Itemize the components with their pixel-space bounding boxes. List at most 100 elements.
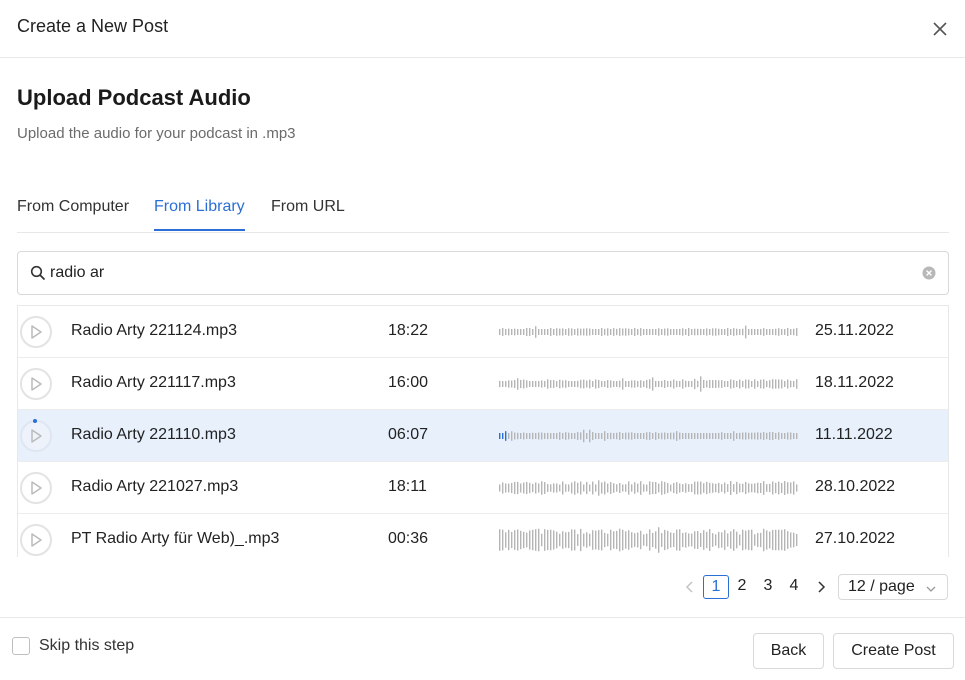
search-input[interactable] xyxy=(50,262,910,284)
table-row[interactable]: Radio Arty 221117.mp3 16:00 18.11.2022 xyxy=(18,358,948,410)
waveform-bar xyxy=(577,328,579,336)
waveform-bar xyxy=(655,381,657,387)
waveform-bar xyxy=(526,532,528,548)
file-duration: 18:11 xyxy=(388,478,427,495)
waveform-bar xyxy=(505,431,507,441)
skip-step-checkbox[interactable] xyxy=(12,637,30,655)
waveform-bar xyxy=(739,534,741,546)
waveform-bar xyxy=(535,326,537,338)
waveform-bar xyxy=(787,531,789,549)
table-row[interactable]: Radio Arty 221124.mp3 18:22 25.11.2022 xyxy=(18,306,948,358)
waveform-bar xyxy=(700,481,702,495)
waveform-bar xyxy=(700,376,702,392)
waveform-bar xyxy=(637,381,639,387)
waveform-bar xyxy=(742,483,744,493)
search-icon xyxy=(30,265,46,281)
waveform-bar xyxy=(574,381,576,387)
waveform-bar xyxy=(727,433,729,439)
waveform-bar xyxy=(700,433,702,439)
page-4[interactable]: 4 xyxy=(781,575,807,599)
waveform-bar xyxy=(697,433,699,439)
waveform-bar xyxy=(733,484,735,492)
waveform-bar xyxy=(655,432,657,440)
page-size-select[interactable]: 12 / page xyxy=(838,574,948,600)
waveform-bar xyxy=(688,433,690,439)
waveform-bar xyxy=(577,482,579,494)
playback-indicator xyxy=(33,419,37,423)
waveform-bar xyxy=(607,328,609,336)
page-1[interactable]: 1 xyxy=(703,575,729,599)
waveform-bar xyxy=(736,433,738,439)
waveform-bar xyxy=(709,529,711,551)
waveform-bar xyxy=(769,329,771,335)
play-icon[interactable] xyxy=(20,316,52,348)
waveform-bar xyxy=(766,432,768,440)
waveform-bar xyxy=(763,328,765,336)
waveform-bar xyxy=(667,328,669,336)
waveform-bar xyxy=(514,432,516,440)
tab-from-library[interactable]: From Library xyxy=(154,198,245,231)
waveform-bar xyxy=(538,483,540,493)
waveform-bar xyxy=(652,533,654,547)
page-3[interactable]: 3 xyxy=(755,575,781,599)
table-row[interactable]: Radio Arty 221027.mp3 18:11 28.10.2022 xyxy=(18,462,948,514)
waveform-bar xyxy=(703,379,705,389)
waveform-bar xyxy=(775,433,777,439)
table-row-selected[interactable]: Radio Arty 221110.mp3 06:07 11.11.2022 xyxy=(18,410,948,462)
waveform-bar xyxy=(796,484,798,492)
waveform-bar xyxy=(676,482,678,494)
waveform-bar xyxy=(646,328,648,336)
waveform-bar xyxy=(550,484,552,492)
waveform-bar xyxy=(778,328,780,336)
chevron-down-icon xyxy=(925,582,937,594)
waveform-bar xyxy=(679,432,681,440)
waveform[interactable] xyxy=(498,368,798,400)
waveform-bar xyxy=(718,380,720,388)
waveform[interactable] xyxy=(498,472,798,504)
play-icon[interactable] xyxy=(20,368,52,400)
table-row[interactable]: PT Radio Arty für Web)_.mp3 00:36 27.10.… xyxy=(18,514,948,557)
skip-step-label[interactable]: Skip this step xyxy=(39,637,134,655)
waveform-bar xyxy=(712,432,714,440)
waveform-bar xyxy=(739,432,741,440)
tab-from-url[interactable]: From URL xyxy=(271,198,345,229)
waveform-bar xyxy=(754,483,756,493)
waveform-bar xyxy=(610,380,612,388)
chevron-right-icon[interactable] xyxy=(812,576,830,598)
play-icon[interactable] xyxy=(20,472,52,504)
waveform-bar xyxy=(751,432,753,440)
file-date: 11.11.2022 xyxy=(815,426,893,443)
waveform-bar xyxy=(769,380,771,388)
waveform[interactable] xyxy=(498,420,798,452)
play-icon[interactable] xyxy=(20,420,52,452)
create-post-button[interactable]: Create Post xyxy=(833,633,954,669)
waveform-bar xyxy=(595,484,597,492)
close-icon[interactable] xyxy=(928,17,952,41)
waveform-bar xyxy=(778,481,780,495)
waveform-bar xyxy=(718,328,720,336)
page-2[interactable]: 2 xyxy=(729,575,755,599)
waveform-bar xyxy=(673,329,675,335)
waveform-bar xyxy=(508,529,510,551)
waveform-bar xyxy=(649,432,651,440)
waveform-bar xyxy=(778,529,780,551)
file-duration: 06:07 xyxy=(388,426,429,443)
waveform-bar xyxy=(553,483,555,493)
tab-from-computer[interactable]: From Computer xyxy=(17,198,129,229)
waveform-bar xyxy=(742,381,744,387)
waveform-bar xyxy=(679,381,681,387)
waveform-bar xyxy=(787,379,789,389)
waveform-bar xyxy=(520,483,522,493)
waveform-bar xyxy=(673,379,675,389)
waveform-bar xyxy=(535,482,537,494)
waveform[interactable] xyxy=(498,316,798,348)
waveform-bar xyxy=(703,530,705,550)
play-icon[interactable] xyxy=(20,524,52,556)
back-button[interactable]: Back xyxy=(753,633,824,669)
waveform-bar xyxy=(616,381,618,387)
waveform-bar xyxy=(583,484,585,492)
waveform[interactable] xyxy=(498,524,798,556)
clear-icon[interactable] xyxy=(922,266,936,280)
waveform-bar xyxy=(727,533,729,547)
waveform-bar xyxy=(541,380,543,388)
